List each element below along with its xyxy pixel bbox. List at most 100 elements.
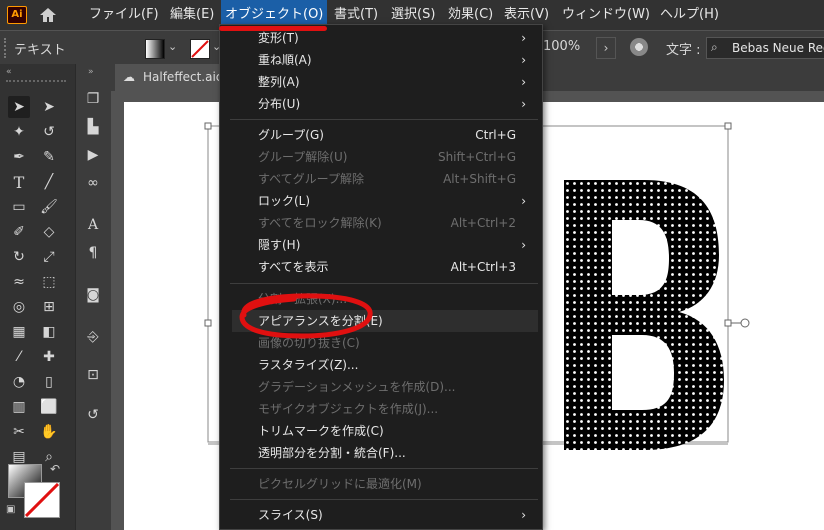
slice-tool-icon[interactable]: ✂: [8, 421, 30, 443]
menu-item-mosaic[interactable]: モザイクオブジェクトを作成(J)...: [220, 398, 542, 420]
grip-handle[interactable]: [4, 38, 10, 58]
symbol-sprayer-icon[interactable]: ▯: [38, 371, 60, 393]
font-family-value: Bebas Neue Reg: [732, 41, 824, 55]
menu-item-ungroup-all[interactable]: すべてグループ解除 Alt+Shift+G: [220, 168, 542, 190]
selection-tool-icon[interactable]: ➤: [8, 96, 30, 118]
annotation-circle: [239, 293, 373, 339]
eraser-tool-icon[interactable]: ◇: [38, 221, 60, 243]
mesh-tool-icon[interactable]: ▦: [8, 321, 30, 343]
rotate-tool-icon[interactable]: ↻: [8, 246, 30, 268]
history-panel-icon[interactable]: ↺: [82, 404, 104, 426]
document-tab[interactable]: ☁ Halfeffect.aic: [115, 64, 225, 91]
menu-item-trim-marks[interactable]: トリムマークを作成(C): [220, 420, 542, 442]
recolor-icon[interactable]: [630, 38, 648, 56]
search-icon: ⌕: [711, 40, 718, 54]
menu-edit[interactable]: 編集(E): [170, 0, 214, 30]
default-colors-icon[interactable]: ▣: [6, 504, 15, 515]
collapse-icon[interactable]: «: [6, 67, 12, 77]
character-label[interactable]: 文字 :: [666, 39, 701, 58]
artboard-tool-icon[interactable]: ⬜: [38, 396, 60, 418]
image-trace-icon[interactable]: ◙: [82, 284, 104, 306]
submenu-arrow-icon: ›: [521, 238, 526, 252]
paintbrush-tool-icon[interactable]: 🖌: [38, 196, 60, 218]
menu-window[interactable]: ウィンドウ(W): [562, 0, 650, 30]
measure-tool-icon[interactable]: ✚: [38, 346, 60, 368]
grip-handle[interactable]: [6, 80, 66, 85]
free-transform-tool-icon[interactable]: ⬚: [38, 271, 60, 293]
menu-item-distribute[interactable]: 分布(U) ›: [220, 93, 542, 115]
transform-bounds-icon[interactable]: ⊡: [82, 364, 104, 386]
magic-wand-icon[interactable]: ✦: [8, 121, 30, 143]
pen-tool-icon[interactable]: ✒: [8, 146, 30, 168]
home-icon[interactable]: [38, 6, 58, 24]
stroke-color-box[interactable]: [24, 482, 60, 518]
layers-panel-icon[interactable]: ❐: [82, 88, 104, 110]
tools-panel: « ➤ ➤ ✦ ↺ ✒ ✎ T ╱ ▭ 🖌 ✐ ◇ ↻ ⤢ ≈ ⬚ ◎ ⊞ ▦ …: [0, 64, 76, 530]
menu-item-slice[interactable]: スライス(S) ›: [220, 504, 542, 526]
menu-help[interactable]: ヘルプ(H): [660, 0, 719, 30]
menu-separator: [230, 119, 538, 120]
menu-item-align[interactable]: 整列(A) ›: [220, 71, 542, 93]
menu-file[interactable]: ファイル(F): [89, 0, 159, 30]
warp-tool-icon[interactable]: ≈: [8, 271, 30, 293]
halftone-letter-b: [564, 180, 724, 450]
type-tool-icon[interactable]: T: [8, 171, 30, 193]
play-action-icon[interactable]: ▶: [82, 144, 104, 166]
menu-item-rasterize[interactable]: ラスタライズ(Z)...: [220, 354, 542, 376]
menu-item-flatten-transparency[interactable]: 透明部分を分割・統合(F)...: [220, 442, 542, 464]
menu-separator: [230, 499, 538, 500]
font-family-field[interactable]: ⌕ Bebas Neue Reg: [706, 37, 824, 59]
direct-selection-tool-icon[interactable]: ➤: [38, 96, 60, 118]
submenu-arrow-icon: ›: [521, 97, 526, 111]
submenu-arrow-icon: ›: [521, 75, 526, 89]
submenu-arrow-icon: ›: [521, 194, 526, 208]
app-logo: Ai: [7, 6, 27, 24]
stroke-swatch[interactable]: [190, 39, 210, 59]
curvature-tool-icon[interactable]: ✎: [38, 146, 60, 168]
gradient-tool-icon[interactable]: ◧: [38, 321, 60, 343]
zoom-arrow-button[interactable]: ›: [596, 37, 616, 59]
scale-tool-icon[interactable]: ⤢: [38, 246, 60, 268]
rectangle-tool-icon[interactable]: ▭: [8, 196, 30, 218]
menu-item-ungroup[interactable]: グループ解除(U) Shift+Ctrl+G: [220, 146, 542, 168]
control-mode-label: テキスト: [14, 43, 66, 58]
cloud-icon: ☁: [123, 70, 135, 84]
eyedropper-tool-icon[interactable]: ⁄: [8, 346, 30, 368]
submenu-arrow-icon: ›: [521, 53, 526, 67]
lasso-tool-icon[interactable]: ↺: [38, 121, 60, 143]
object-menu-dropdown: 変形(T) › 重ね順(A) › 整列(A) › 分布(U) › グループ(G) Ctrl…: [219, 24, 543, 530]
menu-item-show-all[interactable]: すべてを表示 Alt+Ctrl+3: [220, 256, 542, 278]
menu-item-lock[interactable]: ロック(L) ›: [220, 190, 542, 212]
annotation-underline: [219, 26, 327, 31]
perspective-grid-tool-icon[interactable]: ⊞: [38, 296, 60, 318]
menu-item-unlock-all[interactable]: すべてをロック解除(K) Alt+Ctrl+2: [220, 212, 542, 234]
menu-item-group[interactable]: グループ(G) Ctrl+G: [220, 124, 542, 146]
zoom-value[interactable]: 100%: [543, 39, 580, 54]
menu-item-arrange[interactable]: 重ね順(A) ›: [220, 49, 542, 71]
shaper-tool-icon[interactable]: ✐: [8, 221, 30, 243]
paragraph-panel-icon[interactable]: ¶: [82, 242, 104, 264]
align-panel-icon[interactable]: ▙: [82, 116, 104, 138]
menu-item-gradient-mesh[interactable]: グラデーションメッシュを作成(D)...: [220, 376, 542, 398]
secondary-panel-strip: » ❐ ▙ ▶ ∞ A ¶ ◙ ⎆ ⊡ ↺: [76, 64, 111, 530]
menu-item-pixel-grid[interactable]: ピクセルグリッドに最適化(M): [220, 473, 542, 495]
fill-swatch[interactable]: [145, 39, 165, 59]
chevron-down-icon[interactable]: ⌄: [168, 40, 177, 53]
shape-builder-tool-icon[interactable]: ◎: [8, 296, 30, 318]
document-title: Halfeffect.aic: [143, 70, 223, 84]
submenu-arrow-icon: ›: [521, 31, 526, 45]
collapse-icon[interactable]: »: [88, 67, 94, 77]
blend-tool-icon[interactable]: ◔: [8, 371, 30, 393]
menu-separator: [230, 468, 538, 469]
hand-tool-icon[interactable]: ✋: [38, 421, 60, 443]
character-panel-icon[interactable]: A: [82, 214, 104, 236]
graph-tool-icon[interactable]: ▥: [8, 396, 30, 418]
canvas-letter-text: B: [124, 102, 125, 103]
menu-separator: [230, 283, 538, 284]
links-panel-icon[interactable]: ∞: [82, 172, 104, 194]
line-tool-icon[interactable]: ╱: [38, 171, 60, 193]
swap-colors-icon[interactable]: ↶: [50, 462, 60, 476]
submenu-arrow-icon: ›: [521, 508, 526, 522]
menu-item-hide[interactable]: 隠す(H) ›: [220, 234, 542, 256]
transform-panel-icon[interactable]: ⎆: [82, 326, 104, 348]
